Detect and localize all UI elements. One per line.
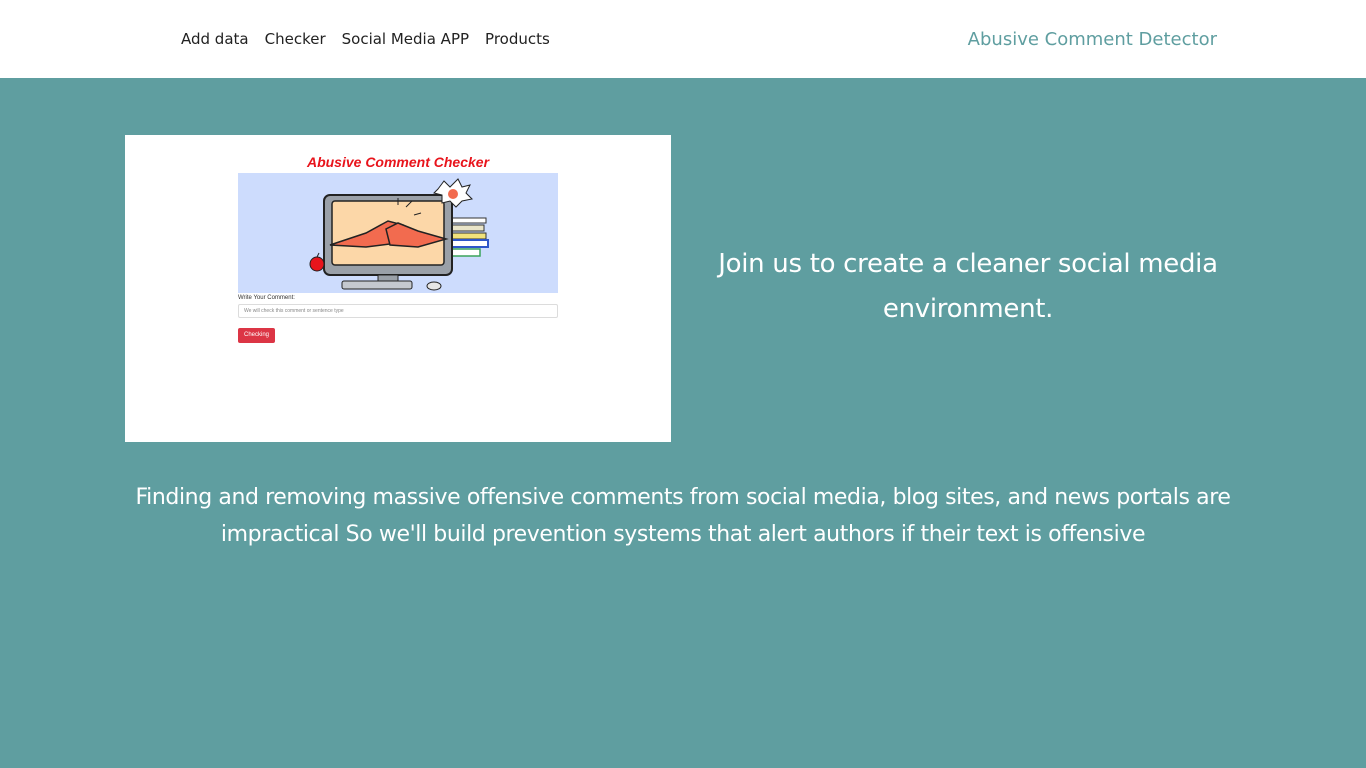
computer-illustration-icon <box>309 178 489 291</box>
navbar: Add data Checker Social Media APP Produc… <box>0 0 1366 78</box>
hero-screenshot-image: Abusive Comment Checker Write Your Comme… <box>125 135 671 442</box>
mock-app-title: Abusive Comment Checker <box>306 154 490 170</box>
nav-link-add-data[interactable]: Add data <box>173 29 257 49</box>
description-text: Finding and removing massive offensive c… <box>135 485 1231 547</box>
nav-link-checker[interactable]: Checker <box>257 29 334 49</box>
fist-bump-computer-illustration <box>238 173 558 293</box>
mock-checking-button: Checking <box>238 328 275 343</box>
hero-tagline: Join us to create a cleaner social media… <box>718 249 1218 324</box>
nav-link-social-media-app[interactable]: Social Media APP <box>334 29 477 49</box>
nav-link-products[interactable]: Products <box>477 29 558 49</box>
mock-comment-input: We will check this comment or sentence t… <box>238 304 558 318</box>
mock-comment-label: Write Your Comment: <box>238 295 295 301</box>
nav-links: Add data Checker Social Media APP Produc… <box>173 29 558 49</box>
brand-title[interactable]: Abusive Comment Detector <box>968 29 1217 51</box>
